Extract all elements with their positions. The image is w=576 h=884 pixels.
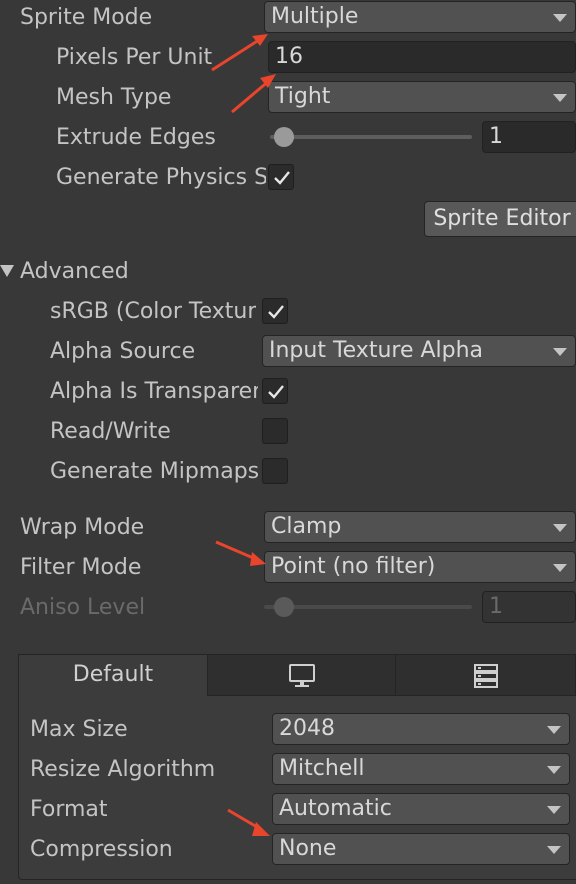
chevron-down-icon	[547, 846, 561, 854]
extrude-edges-input[interactable]: 1	[482, 121, 576, 153]
advanced-foldout-label[interactable]: Advanced	[20, 258, 220, 286]
foldout-arrow-icon[interactable]	[0, 265, 14, 277]
mesh-type-value: Tight	[275, 84, 331, 109]
chevron-down-icon	[547, 806, 561, 814]
chevron-down-icon	[553, 14, 567, 22]
pixels-per-unit-label: Pixels Per Unit	[56, 45, 213, 70]
mesh-type-dropdown[interactable]: Tight	[268, 81, 576, 113]
generate-mipmaps-checkbox[interactable]	[262, 458, 288, 484]
resize-algorithm-value: Mitchell	[279, 756, 365, 781]
compression-value: None	[279, 836, 337, 861]
server-icon	[473, 664, 498, 688]
read-write-checkbox[interactable]	[262, 418, 288, 444]
alpha-source-dropdown[interactable]: Input Texture Alpha	[262, 335, 576, 367]
alpha-is-transparency-label: Alpha Is Transparency	[50, 379, 258, 404]
checkmark-icon	[274, 171, 290, 185]
sprite-mode-label: Sprite Mode	[20, 5, 153, 30]
format-label: Format	[30, 797, 108, 822]
wrap-mode-dropdown[interactable]: Clamp	[264, 511, 576, 543]
extrude-edges-label: Extrude Edges	[56, 125, 216, 150]
aniso-level-slider-track	[264, 605, 472, 609]
filter-mode-label: Filter Mode	[20, 555, 142, 580]
filter-mode-dropdown[interactable]: Point (no filter)	[264, 551, 576, 583]
tab-standalone[interactable]	[207, 654, 396, 696]
tab-server[interactable]	[395, 654, 576, 696]
srgb-checkbox[interactable]	[262, 298, 288, 324]
sprite-mode-value: Multiple	[271, 4, 359, 29]
compression-dropdown[interactable]: None	[272, 833, 570, 865]
chevron-down-icon	[547, 766, 561, 774]
filter-mode-value: Point (no filter)	[271, 554, 436, 579]
alpha-source-value: Input Texture Alpha	[269, 338, 484, 363]
alpha-is-transparency-checkbox[interactable]	[262, 378, 288, 404]
chevron-down-icon	[553, 524, 567, 532]
monitor-icon	[288, 664, 315, 687]
chevron-down-icon	[553, 564, 567, 572]
generate-physics-checkbox[interactable]	[268, 164, 294, 190]
format-value: Automatic	[279, 796, 392, 821]
srgb-label: sRGB (Color Texture)	[50, 299, 256, 324]
resize-algorithm-dropdown[interactable]: Mitchell	[272, 753, 570, 785]
extrude-edges-slider-track[interactable]	[270, 135, 472, 139]
mesh-type-label: Mesh Type	[56, 85, 172, 110]
sprite-editor-button[interactable]: Sprite Editor	[424, 201, 576, 237]
pixels-per-unit-input[interactable]: 16	[268, 41, 576, 73]
tab-default[interactable]: Default	[18, 654, 208, 696]
chevron-down-icon	[547, 726, 561, 734]
read-write-label: Read/Write	[50, 419, 171, 444]
resize-algorithm-label: Resize Algorithm	[30, 757, 216, 782]
chevron-down-icon	[553, 348, 567, 356]
aniso-level-label: Aniso Level	[20, 595, 146, 620]
max-size-dropdown[interactable]: 2048	[272, 713, 570, 745]
sprite-mode-dropdown[interactable]: Multiple	[264, 1, 576, 33]
compression-label: Compression	[30, 837, 173, 862]
wrap-mode-label: Wrap Mode	[20, 515, 145, 540]
aniso-level-slider-handle	[274, 597, 294, 617]
chevron-down-icon	[553, 94, 567, 102]
alpha-source-label: Alpha Source	[50, 339, 196, 364]
generate-physics-label: Generate Physics Shape	[56, 165, 266, 190]
aniso-level-input: 1	[482, 591, 576, 623]
max-size-label: Max Size	[30, 717, 128, 742]
checkmark-icon	[268, 385, 284, 399]
wrap-mode-value: Clamp	[271, 514, 342, 539]
max-size-value: 2048	[279, 716, 335, 741]
generate-mipmaps-label: Generate Mipmaps	[50, 459, 260, 484]
format-dropdown[interactable]: Automatic	[272, 793, 570, 825]
extrude-edges-slider-handle[interactable]	[274, 127, 294, 147]
checkmark-icon	[268, 305, 284, 319]
